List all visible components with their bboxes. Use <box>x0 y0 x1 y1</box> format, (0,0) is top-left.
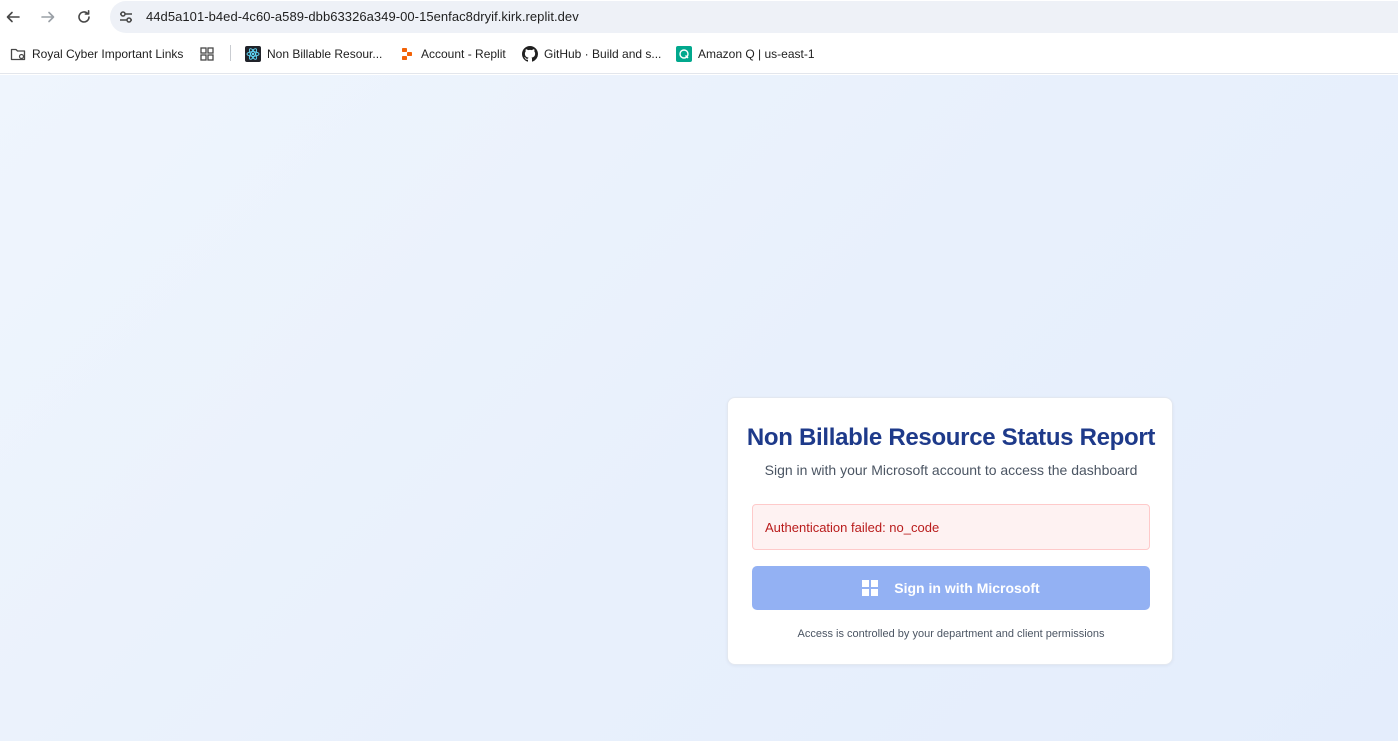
forward-arrow-icon[interactable] <box>36 5 60 29</box>
bookmark-label: Non Billable Resour... <box>267 47 383 61</box>
github-icon <box>522 46 538 62</box>
bookmark-amazon-q[interactable]: Amazon Q | us-east-1 <box>676 46 815 62</box>
bookmark-label: Amazon Q | us-east-1 <box>698 47 815 61</box>
amazon-q-icon <box>676 46 692 62</box>
bookmark-non-billable[interactable]: Non Billable Resour... <box>245 46 382 62</box>
bookmark-label: Royal Cyber Important Links <box>32 47 184 61</box>
page-background: Non Billable Resource Status Report Sign… <box>0 75 1398 741</box>
bookmark-label: Account - Replit <box>421 47 506 61</box>
login-subtitle: Sign in with your Microsoft account to a… <box>764 462 1138 478</box>
address-bar[interactable]: 44d5a101-b4ed-4c60-a589-dbb63326a349-00-… <box>110 1 1398 33</box>
bookmark-github[interactable]: GitHub · Build and s... <box>522 46 661 62</box>
folder-settings-icon <box>10 46 26 62</box>
microsoft-logo-icon <box>862 580 879 596</box>
tune-icon[interactable] <box>118 9 134 25</box>
bookmarks-divider <box>230 45 231 61</box>
browser-toolbar: 44d5a101-b4ed-4c60-a589-dbb63326a349-00-… <box>0 0 1398 34</box>
bookmark-label: GitHub · Build and s... <box>544 47 662 61</box>
sign-in-button-label: Sign in with Microsoft <box>894 580 1040 596</box>
access-note: Access is controlled by your department … <box>797 628 1105 640</box>
url-text[interactable]: 44d5a101-b4ed-4c60-a589-dbb63326a349-00-… <box>146 9 579 24</box>
login-card: Non Billable Resource Status Report Sign… <box>727 397 1173 665</box>
replit-icon <box>399 46 415 62</box>
back-arrow-icon[interactable] <box>1 5 25 29</box>
reload-icon[interactable] <box>72 5 96 29</box>
error-alert: Authentication failed: no_code <box>752 504 1150 550</box>
bookmark-replit[interactable]: Account - Replit <box>399 46 506 62</box>
bookmark-apps[interactable] <box>199 46 221 62</box>
apps-grid-icon <box>199 46 215 62</box>
react-atom-icon <box>245 46 261 62</box>
error-message: Authentication failed: no_code <box>765 520 940 535</box>
page-title: Non Billable Resource Status Report <box>746 424 1156 451</box>
sign-in-microsoft-button[interactable]: Sign in with Microsoft <box>752 566 1150 610</box>
bookmark-royal-cyber[interactable]: Royal Cyber Important Links <box>10 46 183 62</box>
